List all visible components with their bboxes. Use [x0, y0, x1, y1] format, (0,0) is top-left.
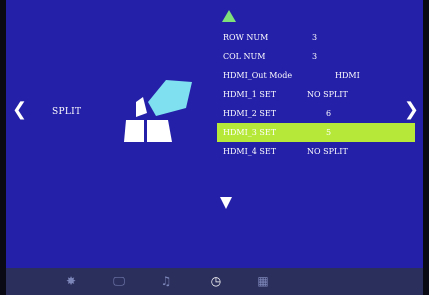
split-tile-cyan: [148, 80, 192, 116]
menu-row-label: HDMI_3 SET: [223, 128, 277, 137]
grid-icon[interactable]: ▦: [255, 273, 271, 289]
split-screen-icon: [124, 80, 192, 142]
monitor-icon[interactable]: 🖵: [111, 273, 127, 289]
scroll-down-arrow[interactable]: [220, 197, 232, 209]
settings-menu: ROW NUM 3 COL NUM 3 HDMI_Out Mode HDMI H…: [217, 28, 415, 161]
menu-row-label: ROW NUM: [223, 33, 269, 42]
menu-row-row-num[interactable]: ROW NUM 3: [217, 28, 415, 47]
menu-row-value: HDMI: [335, 71, 360, 80]
menu-row-hdmi-out-mode[interactable]: HDMI_Out Mode HDMI: [217, 66, 415, 85]
menu-row-hdmi-1-set[interactable]: HDMI_1 SET NO SPLIT: [217, 85, 415, 104]
menu-row-label: HDMI_4 SET: [223, 147, 277, 156]
menu-row-value: 3: [312, 33, 318, 42]
split-tile-bottom-left: [124, 120, 144, 142]
menu-row-value: NO SPLIT: [307, 90, 348, 99]
scroll-up-arrow[interactable]: [222, 10, 236, 22]
clock-icon[interactable]: ◷: [208, 273, 224, 289]
gear-icon[interactable]: ✸: [63, 273, 79, 289]
menu-row-label: HDMI_Out Mode: [223, 71, 293, 80]
split-tile-top-left: [136, 97, 147, 117]
menu-row-value: 6: [326, 109, 332, 118]
menu-row-hdmi-3-set[interactable]: HDMI_3 SET 5: [217, 123, 415, 142]
menu-row-label: HDMI_2 SET: [223, 109, 277, 118]
split-label: SPLIT: [52, 107, 82, 117]
menu-row-hdmi-4-set[interactable]: HDMI_4 SET NO SPLIT: [217, 142, 415, 161]
menu-row-hdmi-2-set[interactable]: HDMI_2 SET 6: [217, 104, 415, 123]
osd-screen: ❮ ❯ SPLIT ROW NUM 3 COL NUM 3 HDMI_Out M…: [6, 0, 423, 295]
menu-row-col-num[interactable]: COL NUM 3: [217, 47, 415, 66]
split-tile-bottom-right: [147, 120, 172, 142]
menu-row-label: COL NUM: [223, 52, 266, 61]
bottom-menu-bar: ✸ 🖵 ♫ ◷ ▦: [6, 268, 423, 295]
music-icon[interactable]: ♫: [158, 273, 174, 289]
menu-row-value: 3: [312, 52, 318, 61]
menu-row-value: 5: [326, 128, 332, 137]
nav-left-arrow[interactable]: ❮: [12, 101, 27, 119]
menu-row-label: HDMI_1 SET: [223, 90, 277, 99]
menu-row-value: NO SPLIT: [307, 147, 348, 156]
